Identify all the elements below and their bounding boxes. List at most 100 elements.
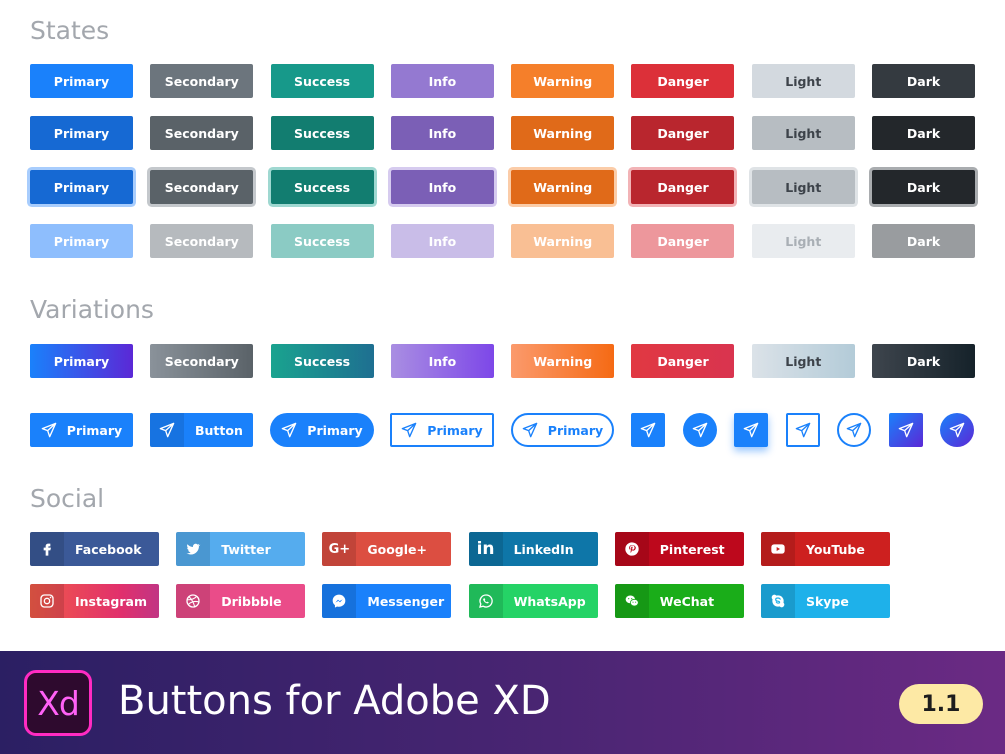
send-icon	[692, 422, 708, 438]
light-focus-button[interactable]: Light	[751, 170, 855, 204]
info-hover-button[interactable]: Info	[390, 116, 494, 150]
primary-button[interactable]: Primary	[30, 64, 133, 98]
states-default-row: Primary Secondary Success Info Warning D…	[30, 64, 976, 98]
secondary-hover-button[interactable]: Secondary	[150, 116, 254, 150]
send-icon	[743, 422, 759, 438]
social-row-1: Facebook Twitter G+ Google+ in LinkedIn …	[30, 532, 890, 566]
instagram-icon	[40, 594, 54, 608]
primary-icon-button-label: Primary	[66, 422, 123, 438]
primary-focus-button[interactable]: Primary	[30, 170, 133, 204]
send-icon	[401, 422, 417, 438]
success-disabled-button: Success	[270, 224, 374, 258]
whatsapp-icon	[478, 594, 493, 608]
pill-icon-button-label: Primary	[307, 422, 363, 438]
info-button[interactable]: Info	[390, 64, 494, 98]
success-gradient-button[interactable]: Success	[270, 344, 374, 378]
danger-focus-button[interactable]: Danger	[631, 170, 735, 204]
danger-gradient-button[interactable]: Danger	[631, 344, 735, 378]
states-disabled-row: Primary Secondary Success Info Warning D…	[30, 224, 976, 258]
outline-round-icon-button[interactable]	[837, 413, 871, 447]
send-icon	[41, 422, 57, 438]
warning-hover-button[interactable]: Warning	[511, 116, 615, 150]
linkedin-icon: in	[468, 532, 503, 566]
social-title: Social	[30, 484, 105, 513]
facebook-button[interactable]: Facebook	[30, 532, 159, 566]
outline-square-icon-button[interactable]	[786, 413, 820, 447]
outline-pill-icon-button-label: Primary	[547, 422, 604, 438]
outline-icon-button[interactable]: Primary	[390, 413, 494, 447]
dark-focus-button[interactable]: Dark	[872, 170, 976, 204]
shadow-icon-button[interactable]	[734, 413, 768, 447]
light-button[interactable]: Light	[751, 64, 855, 98]
social-row-2: Instagram Dribbble Messenger WhatsApp We…	[30, 584, 890, 618]
round-icon-button[interactable]	[683, 413, 717, 447]
warning-button[interactable]: Warning	[511, 64, 615, 98]
linkedin-button[interactable]: in LinkedIn	[468, 532, 598, 566]
footer-title: Buttons for Adobe XD	[118, 678, 551, 724]
skype-button[interactable]: Skype	[760, 584, 890, 618]
states-title: States	[30, 16, 110, 45]
warning-gradient-button[interactable]: Warning	[511, 344, 615, 378]
states-focus-row: Primary Secondary Success Info Warning D…	[30, 170, 976, 204]
primary-gradient-button[interactable]: Primary	[30, 344, 133, 378]
secondary-button[interactable]: Secondary	[150, 64, 254, 98]
success-button[interactable]: Success	[270, 64, 374, 98]
send-icon	[640, 422, 656, 438]
primary-icon-button[interactable]: Primary	[30, 413, 133, 447]
google-plus-button[interactable]: G+ Google+	[322, 532, 452, 566]
pinterest-button[interactable]: Pinterest	[614, 532, 744, 566]
secondary-gradient-button[interactable]: Secondary	[150, 344, 254, 378]
variations-title: Variations	[30, 295, 154, 324]
send-icon	[949, 422, 965, 438]
send-icon	[281, 422, 297, 438]
dribbble-button[interactable]: Dribbble	[176, 584, 306, 618]
pill-icon-button[interactable]: Primary	[270, 413, 374, 447]
dark-button[interactable]: Dark	[872, 64, 976, 98]
version-badge: 1.1	[899, 684, 983, 724]
success-focus-button[interactable]: Success	[270, 170, 374, 204]
twitter-button[interactable]: Twitter	[176, 532, 306, 566]
pinterest-icon	[625, 542, 639, 556]
danger-hover-button[interactable]: Danger	[631, 116, 735, 150]
dark-gradient-button[interactable]: Dark	[872, 344, 976, 378]
instagram-button[interactable]: Instagram	[30, 584, 159, 618]
split-icon-area	[150, 413, 184, 447]
primary-hover-button[interactable]: Primary	[30, 116, 133, 150]
youtube-button[interactable]: YouTube	[760, 532, 890, 566]
secondary-disabled-button: Secondary	[150, 224, 254, 258]
info-gradient-button[interactable]: Info	[390, 344, 494, 378]
facebook-icon	[43, 543, 51, 556]
gradient-round-icon-button[interactable]	[940, 413, 974, 447]
send-icon	[898, 422, 914, 438]
whatsapp-button[interactable]: WhatsApp	[468, 584, 598, 618]
states-hover-row: Primary Secondary Success Info Warning D…	[30, 116, 976, 150]
youtube-icon	[771, 544, 785, 554]
success-hover-button[interactable]: Success	[270, 116, 374, 150]
light-hover-button[interactable]: Light	[751, 116, 855, 150]
dark-disabled-button: Dark	[872, 224, 976, 258]
square-icon-button[interactable]	[631, 413, 665, 447]
send-icon	[846, 422, 862, 438]
footer-banner: Xd Buttons for Adobe XD 1.1	[0, 651, 1005, 754]
messenger-button[interactable]: Messenger	[322, 584, 452, 618]
outline-icon-button-label: Primary	[427, 422, 483, 438]
split-icon-button-label: Button	[195, 422, 243, 438]
wechat-icon	[625, 595, 639, 607]
warning-focus-button[interactable]: Warning	[511, 170, 615, 204]
light-gradient-button[interactable]: Light	[751, 344, 855, 378]
danger-disabled-button: Danger	[631, 224, 735, 258]
outline-pill-icon-button[interactable]: Primary	[511, 413, 614, 447]
split-icon-button[interactable]: Button	[150, 413, 253, 447]
dark-hover-button[interactable]: Dark	[872, 116, 976, 150]
icon-buttons-row: Primary Button Primary Primary Primary	[30, 413, 980, 447]
send-icon	[159, 422, 175, 438]
messenger-icon	[333, 594, 346, 608]
google-plus-icon: G+	[322, 532, 357, 566]
dribbble-icon	[186, 594, 200, 608]
gradient-square-icon-button[interactable]	[889, 413, 923, 447]
wechat-button[interactable]: WeChat	[614, 584, 744, 618]
danger-button[interactable]: Danger	[631, 64, 735, 98]
info-focus-button[interactable]: Info	[390, 170, 494, 204]
adobe-xd-logo: Xd	[24, 670, 92, 736]
secondary-focus-button[interactable]: Secondary	[150, 170, 254, 204]
